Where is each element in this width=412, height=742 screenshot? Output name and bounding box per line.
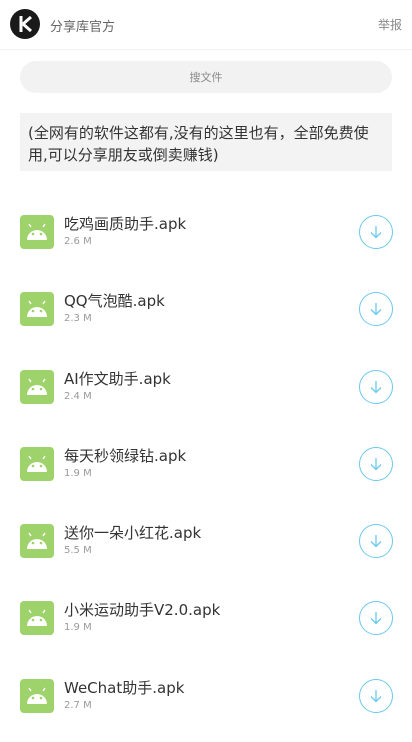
download-button[interactable] bbox=[359, 446, 393, 481]
android-icon bbox=[20, 678, 54, 713]
search-input[interactable]: 搜文件 bbox=[20, 61, 392, 93]
file-name[interactable]: AI作文助手.apk bbox=[64, 368, 171, 389]
file-size: 2.6 M bbox=[64, 236, 92, 247]
file-name[interactable]: 吃鸡画质助手.apk bbox=[64, 213, 186, 234]
file-item[interactable]: 小米运动助手V2.0.apk 1.9 M bbox=[0, 579, 412, 656]
download-arrow-icon bbox=[370, 689, 382, 703]
download-arrow-icon bbox=[370, 457, 382, 471]
android-icon bbox=[20, 601, 54, 636]
file-size: 1.9 M bbox=[64, 622, 92, 634]
download-button[interactable] bbox=[359, 292, 393, 327]
file-name[interactable]: 每天秒领绿钻.apk bbox=[64, 445, 186, 466]
android-icon bbox=[20, 292, 54, 327]
download-arrow-icon bbox=[370, 612, 382, 625]
file-size: 2.4 M bbox=[64, 390, 92, 402]
file-size: 2.7 M bbox=[64, 699, 92, 711]
android-icon bbox=[20, 215, 54, 249]
download-button[interactable] bbox=[359, 524, 393, 559]
file-size: 1.9 M bbox=[64, 467, 92, 479]
file-item[interactable]: 每天秒领绿钻.apk 1.9 M bbox=[0, 425, 412, 502]
download-arrow-icon bbox=[370, 303, 382, 316]
file-item[interactable]: AI作文助手.apk 2.4 M bbox=[0, 348, 412, 425]
file-name[interactable]: 小米运动助手V2.0.apk bbox=[64, 599, 220, 620]
download-button[interactable] bbox=[359, 215, 393, 249]
file-name[interactable]: QQ气泡酷.apk bbox=[64, 290, 165, 311]
file-item[interactable]: QQ气泡酷.apk 2.3 M bbox=[0, 270, 412, 347]
file-item[interactable]: 吃鸡画质助手.apk 2.6 M bbox=[0, 193, 412, 270]
k-logo-icon[interactable] bbox=[10, 9, 40, 39]
file-item[interactable]: 送你一朵小红花.apk 5.5 M bbox=[0, 502, 412, 579]
download-button[interactable] bbox=[359, 369, 393, 404]
file-name[interactable]: 送你一朵小红花.apk bbox=[64, 522, 201, 543]
file-item[interactable]: WeChat助手.apk 2.7 M bbox=[0, 657, 412, 734]
header-bar: 分享库官方 举报 bbox=[0, 0, 412, 50]
file-size: 2.3 M bbox=[64, 313, 92, 325]
download-button[interactable] bbox=[359, 601, 393, 636]
file-list: 吃鸡画质助手.apk 2.6 M QQ气泡酷.apk 2.3 M AI作文助手.… bbox=[0, 193, 412, 734]
file-size: 5.5 M bbox=[64, 545, 92, 557]
file-name[interactable]: WeChat助手.apk bbox=[64, 677, 184, 698]
android-icon bbox=[20, 446, 54, 481]
android-icon bbox=[20, 524, 54, 559]
site-name[interactable]: 分享库官方 bbox=[50, 16, 115, 35]
download-arrow-icon bbox=[370, 535, 382, 548]
notice-banner: (全网有的软件这都有,没有的这里也有，全部免费使用,可以分享朋友或倒卖赚钱) bbox=[20, 113, 392, 171]
android-icon bbox=[20, 369, 54, 404]
download-arrow-icon bbox=[370, 226, 382, 239]
download-arrow-icon bbox=[370, 380, 382, 394]
download-button[interactable] bbox=[359, 678, 393, 713]
report-link[interactable]: 举报 bbox=[378, 16, 402, 33]
